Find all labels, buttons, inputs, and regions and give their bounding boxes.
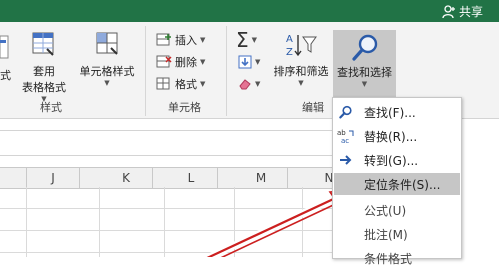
- menu-item-goto-special[interactable]: 定位条件(S)...: [334, 173, 460, 195]
- menu-item-conditional-format[interactable]: 条件格式: [334, 247, 460, 269]
- menu-item-comments[interactable]: 批注(M): [334, 223, 460, 245]
- menu-item-label: 批注(M): [364, 227, 408, 242]
- menu-item-label: 转到(G)...: [364, 153, 419, 168]
- find-select-menu: 查找(F)... ab ac 替换(R)... 转到(G)... 定位条件(S)…: [332, 97, 462, 266]
- svg-text:ac: ac: [341, 137, 349, 144]
- menu-item-label: 条件格式: [364, 251, 413, 266]
- arrow-right-icon: [334, 154, 358, 166]
- replace-icon: ab ac: [334, 128, 358, 144]
- search-icon: [334, 105, 358, 119]
- menu-item-label: 查找(F)...: [364, 105, 416, 120]
- menu-item-label: 替换(R)...: [364, 129, 418, 144]
- menu-item-label: 公式(U): [364, 203, 407, 218]
- svg-text:ab: ab: [337, 129, 346, 137]
- menu-item-formulas[interactable]: 公式(U): [334, 199, 460, 221]
- menu-item-goto[interactable]: 转到(G)...: [334, 149, 460, 171]
- menu-item-label: 定位条件(S)...: [364, 177, 441, 192]
- menu-item-find[interactable]: 查找(F)...: [334, 101, 460, 123]
- arrow-shaft: [203, 191, 345, 257]
- menu-item-replace[interactable]: ab ac 替换(R)...: [334, 125, 460, 147]
